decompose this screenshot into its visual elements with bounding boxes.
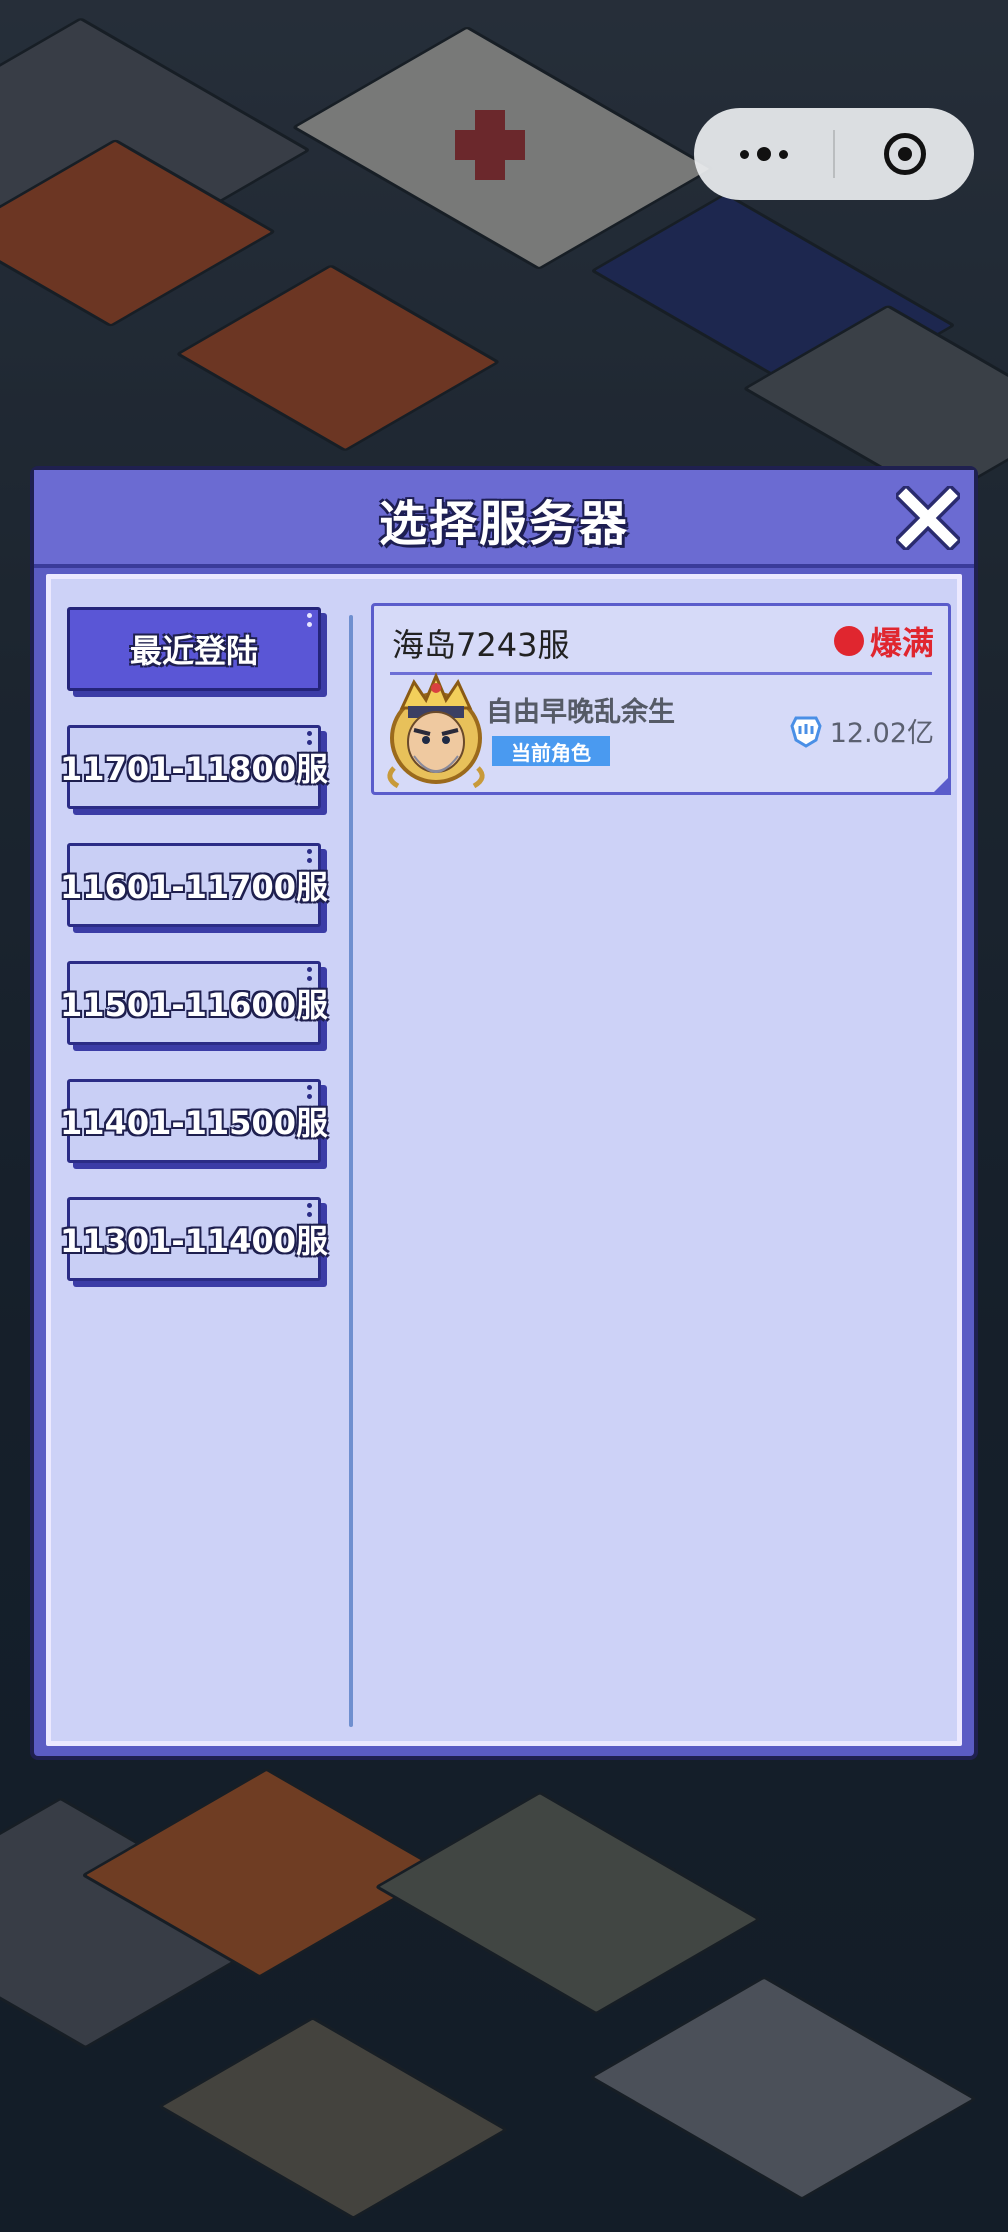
tab-label: 最近登陆 [129,632,258,670]
server-select-dialog: 选择服务器 最近登陆 11701-11800服 11601-11700服 115… [30,466,978,1760]
dialog-body: 最近登陆 11701-11800服 11601-11700服 11501-116… [46,574,962,1746]
crowned-pirate-avatar-icon [387,672,485,789]
tab-label: 11701-11800服 [60,750,328,788]
fist-power-icon [790,716,822,748]
tab-label: 11601-11700服 [60,868,328,906]
combat-power: 12.02亿 [786,710,934,750]
tab-server-range[interactable]: 11601-11700服 [60,843,328,933]
exit-button[interactable] [835,108,974,200]
target-ring-icon [883,133,926,175]
server-status: 爆满 [833,618,934,664]
current-role-badge: 当前角色 [492,736,610,766]
more-dots-icon [739,147,788,161]
dialog-title: 选择服务器 [378,496,629,552]
server-card[interactable]: 海岛7243服 爆满 自由早晚乱余生 当前角色 12.02亿 [371,603,951,795]
tab-label: 11401-11500服 [60,1104,328,1142]
tab-recent-login[interactable]: 最近登陆 [67,607,327,697]
more-button[interactable] [694,108,833,200]
dialog-header: 选择服务器 [34,470,974,568]
status-label: 爆满 [869,624,934,662]
tab-label: 11301-11400服 [60,1222,328,1260]
status-dot-icon [833,626,864,656]
tab-server-range[interactable]: 11301-11400服 [60,1197,328,1287]
role-name: 自由早晚乱余生 [486,697,675,728]
close-x-icon [893,483,963,553]
server-name: 海岛7243服 [392,626,570,664]
tab-label: 11501-11600服 [60,986,328,1024]
tab-server-range[interactable]: 11701-11800服 [60,725,328,815]
panel-divider [349,615,353,1727]
card-corner-decoration [931,775,951,795]
close-button[interactable] [893,483,963,553]
mini-program-capsule [694,108,974,200]
tab-server-range[interactable]: 11501-11600服 [60,961,328,1051]
power-value: 12.02亿 [829,717,934,749]
tab-server-range[interactable]: 11401-11500服 [60,1079,328,1169]
